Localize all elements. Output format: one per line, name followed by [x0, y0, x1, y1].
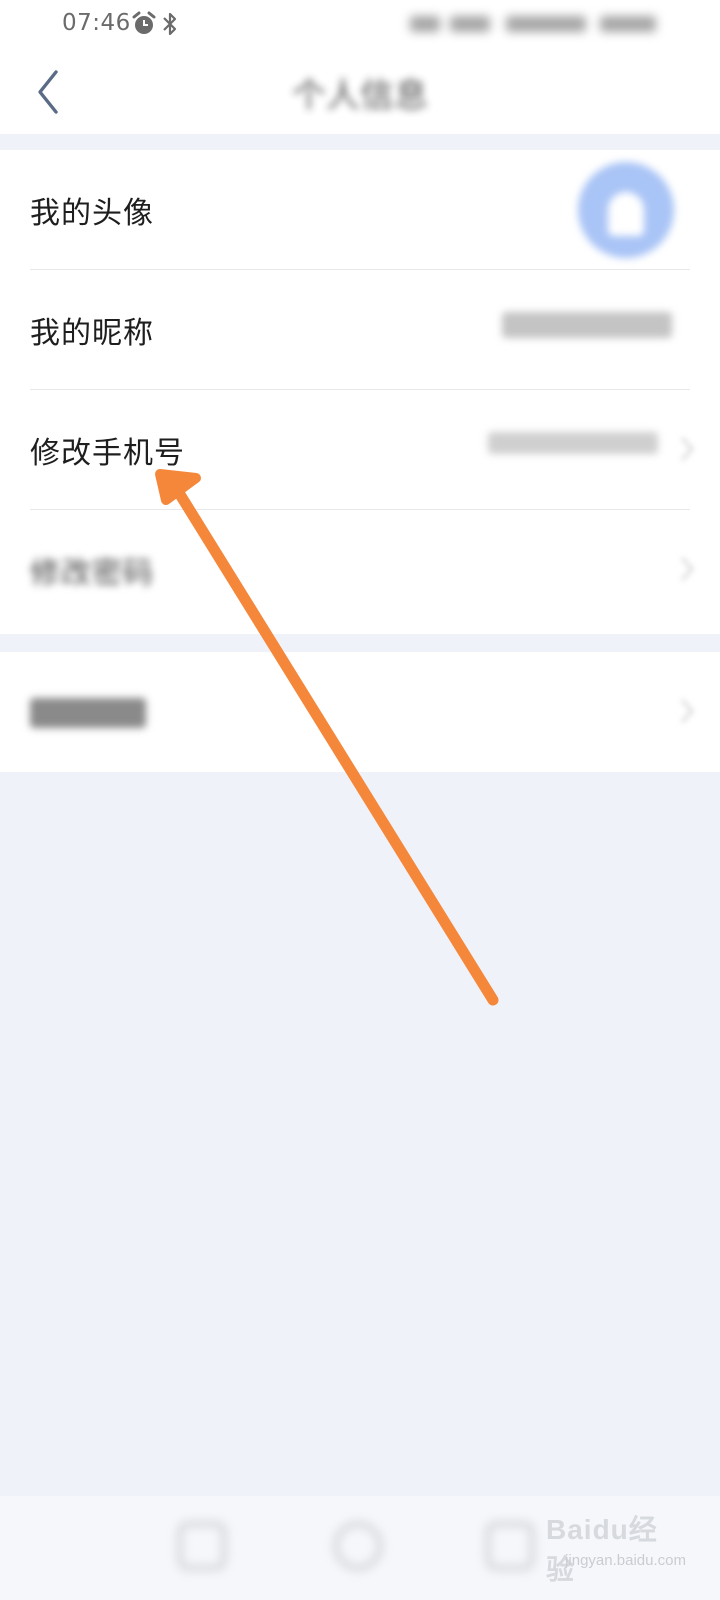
chevron-right-icon [681, 699, 694, 723]
nickname-value [502, 312, 672, 338]
watermark-url: jingyan.baidu.com [565, 1552, 686, 1569]
status-time: 07:46 [62, 10, 131, 36]
row-change-phone[interactable]: 修改手机号 [0, 390, 720, 510]
account-section [0, 652, 720, 772]
row-change-password-label: 修改密码 [30, 556, 154, 591]
back-nav-icon[interactable] [486, 1522, 534, 1570]
bluetooth-icon [163, 12, 177, 36]
phone-value [488, 432, 658, 454]
row-nickname-label: 我的昵称 [30, 316, 154, 351]
avatar[interactable] [578, 162, 674, 258]
page-title: 个人信息 [292, 76, 428, 116]
row-avatar[interactable]: 我的头像 [0, 150, 720, 270]
chevron-right-icon [681, 437, 694, 461]
row-nickname[interactable]: 我的昵称 [0, 270, 720, 390]
alarm-icon [132, 11, 156, 34]
circle-icon[interactable] [334, 1522, 382, 1570]
screen: 07:46 个人信息 我的头像 我的昵称 修改手机号 修改密码 Baidu经验 … [0, 0, 720, 1600]
row-change-phone-label: 修改手机号 [30, 436, 185, 471]
watermark-logo: Baidu经验 [546, 1514, 658, 1585]
row-change-password[interactable]: 修改密码 [0, 510, 720, 630]
watermark: Baidu经验 jingyan.baidu.com [546, 1508, 686, 1588]
row-account-label [30, 698, 146, 728]
row-account[interactable] [0, 652, 720, 772]
status-indicators [410, 12, 660, 36]
home-icon[interactable] [178, 1522, 226, 1570]
chevron-right-icon [681, 557, 694, 581]
nav-bar: 个人信息 [0, 50, 720, 134]
profile-section: 我的头像 我的昵称 修改手机号 修改密码 [0, 150, 720, 634]
status-bar: 07:46 [0, 0, 720, 50]
row-avatar-label: 我的头像 [30, 196, 154, 231]
